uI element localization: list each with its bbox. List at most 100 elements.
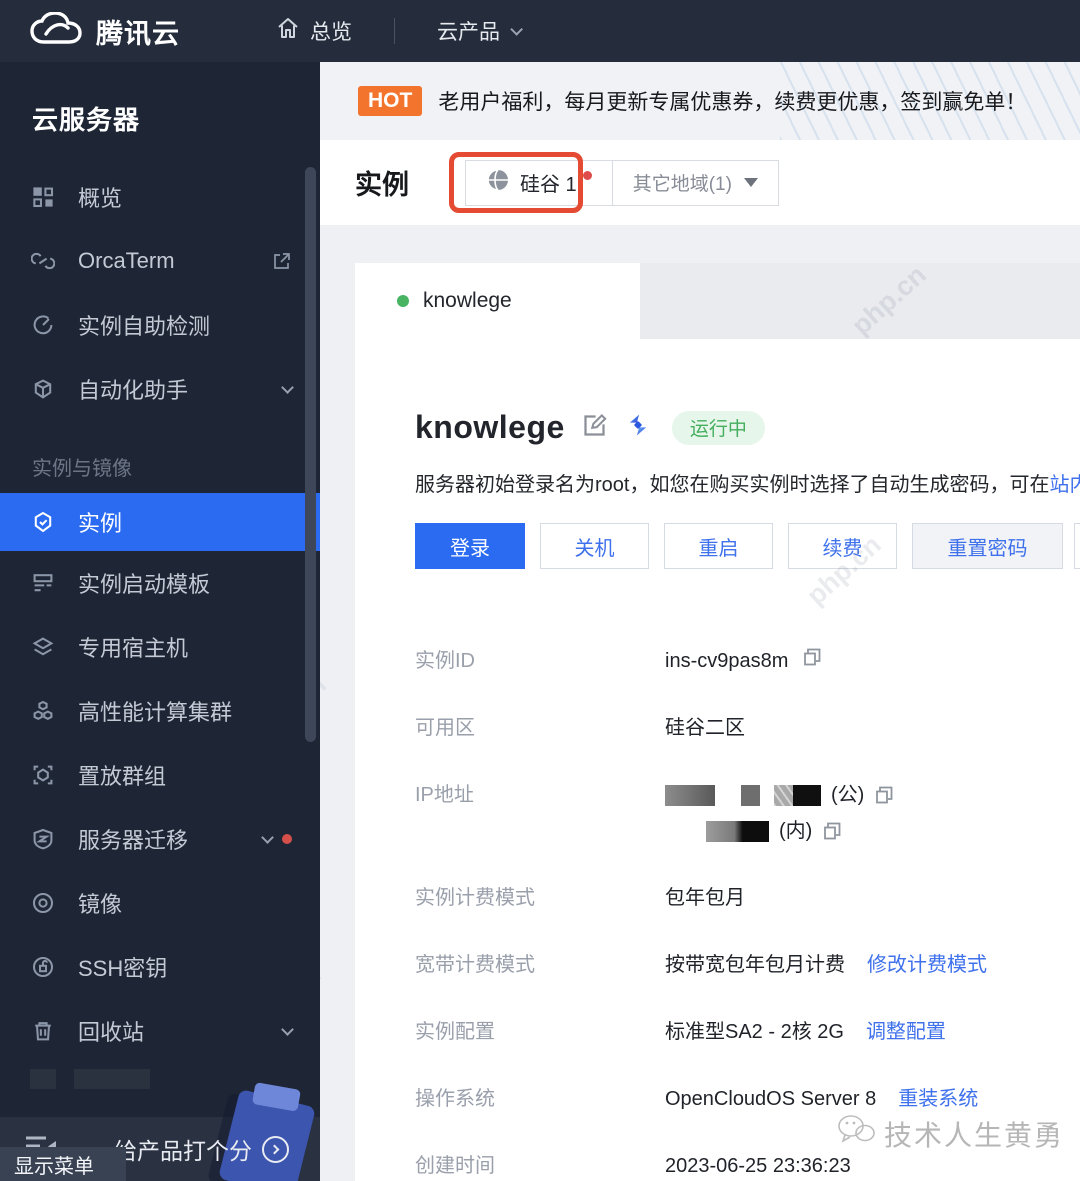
public-ip-suffix: (公)	[831, 781, 864, 809]
rate-product-label: 给产品打个分	[114, 1132, 252, 1166]
copy-icon[interactable]	[874, 785, 894, 805]
nav-overview[interactable]: 总览	[276, 16, 352, 46]
region-red-dot	[583, 171, 592, 180]
more-button-clipped[interactable]	[1074, 523, 1080, 569]
shutdown-button[interactable]: 关机	[540, 523, 649, 569]
trash-icon	[30, 1018, 56, 1044]
private-ip-line: (内)	[706, 817, 894, 845]
redacted-ip-block	[741, 785, 760, 806]
sidebar-item-dedicated-host[interactable]: 专用宿主机	[0, 615, 320, 679]
link-icon	[30, 248, 56, 274]
restart-button[interactable]: 重启	[664, 523, 773, 569]
main-area: HOT 老用户福利，每月更新专属优惠券，续费更优惠，签到赢免单！ 实例 硅谷 1…	[320, 62, 1080, 1181]
sidebar-item-self-check[interactable]: 实例自助检测	[0, 293, 320, 357]
detail-label: 创建时间	[415, 1152, 665, 1180]
tencent-cloud-console: 腾讯云 总览 云产品 云服务器 概览 OrcaTerm	[0, 0, 1080, 1181]
instance-tabstrip: knowlege	[355, 263, 1080, 339]
brand[interactable]: 腾讯云	[30, 12, 180, 51]
tab-instance-knowlege[interactable]: knowlege	[355, 263, 640, 339]
login-button[interactable]: 登录	[415, 523, 525, 569]
placement-icon	[30, 762, 56, 788]
description-text: 服务器初始登录名为root，如您在购买实例时选择了自动生成密码，可在	[415, 474, 1049, 496]
tencent-cloud-logo-icon	[30, 12, 82, 51]
spark-icon[interactable]	[624, 411, 652, 444]
adjust-configuration-link[interactable]: 调整配置	[866, 1018, 946, 1046]
sidebar-item-overview[interactable]: 概览	[0, 165, 320, 229]
instance-detail-card: knowlege 运行中 服务器初始登录名为root，如您在购买实例时选择了自动…	[355, 339, 1080, 1181]
sidebar-scrollbar[interactable]	[305, 167, 316, 742]
detail-row-ip: IP地址 (公)	[415, 781, 1080, 845]
detail-row-created-time: 创建时间 2023-06-25 23:36:23	[415, 1152, 1080, 1180]
show-menu-tooltip: 显示菜单	[0, 1147, 126, 1181]
mail-link[interactable]: 站内	[1049, 474, 1080, 496]
renew-button[interactable]: 续费	[788, 523, 897, 569]
detail-row-bandwidth-billing: 宽带计费模式 按带宽包年包月计费 修改计费模式	[415, 951, 1080, 979]
circle-chevron-icon	[262, 1136, 289, 1163]
promo-banner[interactable]: HOT 老用户福利，每月更新专属优惠券，续费更优惠，签到赢免单！	[320, 62, 1080, 140]
detail-row-configuration: 实例配置 标准型SA2 - 2核 2G 调整配置	[415, 1018, 1080, 1046]
sidebar-item-label: 高性能计算集群	[78, 695, 292, 727]
template-list-icon	[30, 570, 56, 596]
instance-title-row: knowlege 运行中	[415, 409, 1080, 446]
sidebar: 云服务器 概览 OrcaTerm 实例自助检测 自动化助手 实例与镜像	[0, 62, 320, 1181]
instance-name: knowlege	[415, 409, 565, 446]
sidebar-item-label: 实例启动模板	[78, 567, 292, 599]
reset-password-button[interactable]: 重置密码	[912, 523, 1063, 569]
sidebar-item-label: 镜像	[78, 887, 292, 919]
sidebar-item-orcaterm[interactable]: OrcaTerm	[0, 229, 320, 293]
sidebar-item-ssh-keys[interactable]: SSH密钥	[0, 935, 320, 999]
bandwidth-billing-value: 按带宽包年包月计费	[665, 951, 845, 979]
modify-billing-link[interactable]: 修改计费模式	[867, 951, 987, 979]
chevron-down-icon	[261, 831, 274, 844]
nav-products[interactable]: 云产品	[437, 16, 519, 46]
detail-label: IP地址	[415, 781, 665, 845]
instance-id-value: ins-cv9pas8m	[665, 647, 788, 675]
os-value: OpenCloudOS Server 8	[665, 1085, 876, 1113]
content-area: knowlege knowlege 运行中 服务器初始登录名为root，如您在购…	[320, 225, 1080, 1181]
instance-cube-icon	[30, 509, 56, 535]
redacted-ip-block	[665, 785, 715, 806]
sidebar-item-hpc-cluster[interactable]: 高性能计算集群	[0, 679, 320, 743]
cluster-icon	[30, 698, 56, 724]
sidebar-item-server-migration[interactable]: 服务器迁移	[0, 807, 320, 871]
hot-badge: HOT	[358, 86, 422, 116]
detail-label: 实例ID	[415, 647, 665, 675]
key-icon	[30, 954, 56, 980]
top-navbar: 腾讯云 总览 云产品	[0, 0, 1080, 62]
gauge-icon	[30, 312, 56, 338]
detail-label: 操作系统	[415, 1085, 665, 1113]
detail-label: 实例计费模式	[415, 884, 665, 912]
sidebar-item-label: 实例自助检测	[78, 309, 292, 341]
nav-overview-label: 总览	[310, 16, 352, 46]
sidebar-item-automation[interactable]: 自动化助手	[0, 357, 320, 421]
sidebar-menu: 概览 OrcaTerm 实例自助检测 自动化助手 实例与镜像 实例	[0, 165, 320, 1089]
reinstall-os-link[interactable]: 重装系统	[898, 1085, 978, 1113]
tab-label: knowlege	[423, 289, 512, 313]
sidebar-item-label: 回收站	[78, 1015, 283, 1047]
sidebar-item-label: 专用宿主机	[78, 631, 292, 663]
sidebar-item-placement-group[interactable]: 置放群组	[0, 743, 320, 807]
created-time-value: 2023-06-25 23:36:23	[665, 1152, 851, 1180]
sidebar-item-label: 概览	[78, 181, 292, 213]
copy-icon[interactable]	[802, 647, 822, 667]
action-buttons: 登录 关机 重启 续费 重置密码	[415, 523, 1080, 569]
sidebar-item-instances[interactable]: 实例	[0, 493, 320, 551]
running-status-dot	[397, 295, 409, 307]
sidebar-item-label: 实例	[78, 506, 292, 538]
sidebar-item-clipped	[30, 1069, 180, 1089]
detail-label: 实例配置	[415, 1018, 665, 1046]
page-title: 实例	[355, 163, 409, 202]
chevron-down-icon	[510, 23, 523, 36]
rate-product[interactable]: 给产品打个分	[114, 1132, 289, 1166]
detail-row-os: 操作系统 OpenCloudOS Server 8 重装系统	[415, 1085, 1080, 1113]
sidebar-item-images[interactable]: 镜像	[0, 871, 320, 935]
region-other-dropdown[interactable]: 其它地域(1)	[612, 161, 778, 205]
external-link-icon	[272, 251, 292, 271]
copy-icon[interactable]	[822, 821, 842, 841]
redacted-ip-block	[774, 785, 821, 806]
sidebar-item-launch-template[interactable]: 实例启动模板	[0, 551, 320, 615]
sidebar-item-recycle-bin[interactable]: 回收站	[0, 999, 320, 1063]
edit-icon[interactable]	[581, 412, 608, 444]
grid-icon	[30, 184, 56, 210]
region-other-label: 其它地域(1)	[633, 169, 732, 196]
